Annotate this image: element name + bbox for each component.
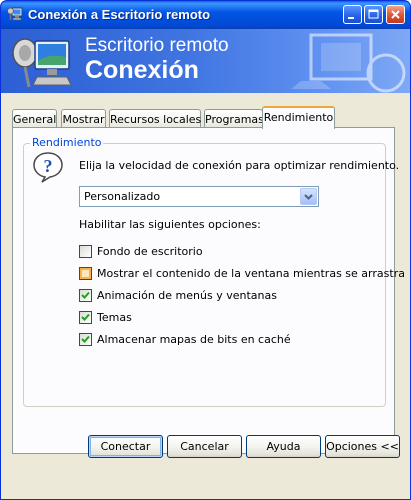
connect-button[interactable]: Conectar (88, 435, 163, 458)
option-show-window-contents[interactable]: Mostrar el contenido de la ventana mient… (79, 266, 405, 282)
tab-general[interactable]: General (12, 109, 57, 128)
option-desktop-background[interactable]: Fondo de escritorio (79, 244, 369, 260)
dialog-body: General Mostrar Recursos locales Program… (1, 93, 410, 499)
options-label: Habilitar las siguientes opciones: (79, 218, 261, 231)
window-title: Conexión a Escritorio remoto (28, 7, 211, 22)
tab-strip: General Mostrar Recursos locales Program… (12, 106, 402, 129)
cancel-button[interactable]: Cancelar (167, 435, 242, 458)
connection-speed-select[interactable]: Personalizado (79, 186, 319, 207)
close-button[interactable] (386, 5, 405, 24)
option-themes[interactable]: Temas (79, 310, 369, 326)
minimize-button[interactable] (343, 5, 362, 24)
options-button[interactable]: Opciones << (325, 435, 400, 458)
checkbox-bitmap-caching[interactable] (79, 333, 92, 346)
tab-performance[interactable]: Rendimiento (262, 106, 335, 129)
option-menu-animation[interactable]: Animación de menús y ventanas (79, 288, 369, 304)
banner: Escritorio remoto Conexión (1, 29, 410, 93)
title-bar[interactable]: Conexión a Escritorio remoto (1, 1, 410, 29)
checkbox-menu-animation[interactable] (79, 289, 92, 302)
banner-title: Conexión (85, 56, 199, 84)
checkbox-themes[interactable] (79, 311, 92, 324)
svg-text:?: ? (44, 156, 53, 176)
checkbox-desktop-background[interactable] (79, 245, 92, 258)
option-bitmap-caching[interactable]: Almacenar mapas de bits en caché (79, 332, 369, 348)
banner-subtitle: Escritorio remoto (85, 35, 229, 56)
help-button[interactable]: Ayuda (246, 435, 321, 458)
speed-prompt: Elija la velocidad de conexión para opti… (79, 159, 400, 172)
connection-speed-value: Personalizado (84, 190, 161, 203)
maximize-button[interactable] (364, 5, 383, 24)
tab-programs[interactable]: Programas (204, 109, 264, 128)
remote-desktop-window: Conexión a Escritorio remoto Escritorio … (0, 0, 411, 500)
remote-desktop-icon (9, 31, 75, 91)
tab-local-resources[interactable]: Recursos locales (109, 109, 201, 128)
performance-panel: Rendimiento ? Elija la velocidad de cone… (12, 127, 405, 454)
tab-display[interactable]: Mostrar (61, 109, 106, 128)
banner-watermark (281, 29, 410, 93)
question-balloon-icon: ? (32, 151, 64, 183)
remote-desktop-icon (7, 6, 23, 22)
checkbox-show-window-contents[interactable] (79, 267, 92, 280)
chevron-down-icon[interactable] (300, 188, 317, 205)
group-label: Rendimiento (30, 136, 104, 149)
